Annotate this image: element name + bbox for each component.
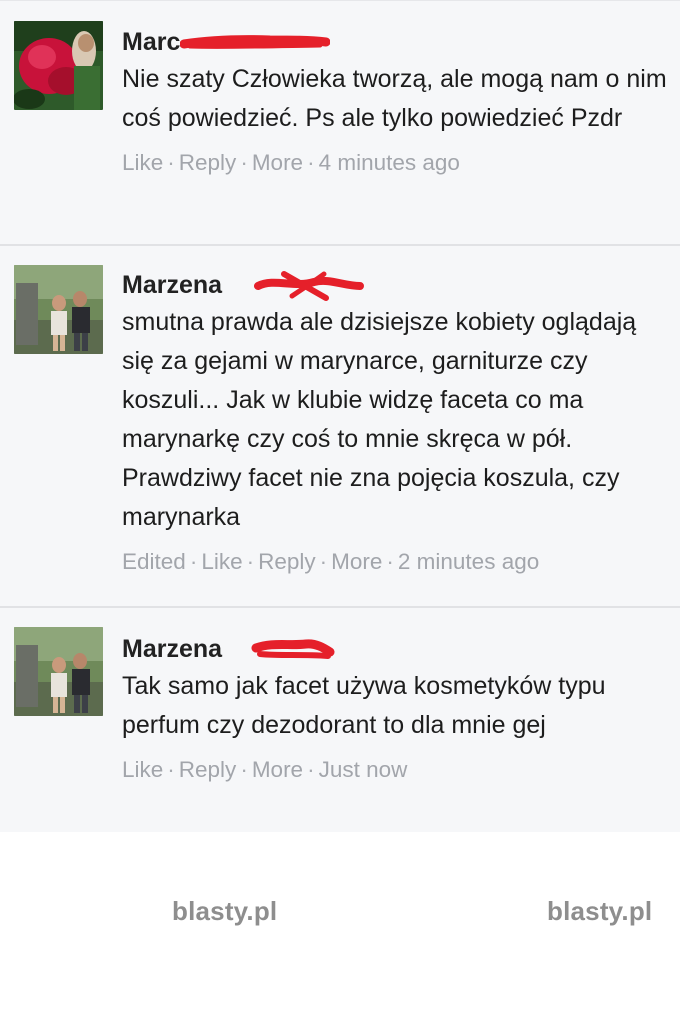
like-link[interactable]: Like xyxy=(122,150,163,175)
separator: · xyxy=(189,549,198,574)
separator: · xyxy=(307,150,315,175)
redaction-scribble-icon xyxy=(251,639,335,659)
reply-link[interactable]: Reply xyxy=(258,549,316,574)
comment-author[interactable]: Marzena xyxy=(122,268,364,302)
more-link[interactable]: More xyxy=(252,757,303,782)
avatar[interactable] xyxy=(14,265,103,354)
redaction-scribble-icon xyxy=(180,35,330,49)
site-watermark: blasty.pl xyxy=(172,896,278,926)
edited-label[interactable]: Edited xyxy=(122,549,186,574)
avatar-photo-icon xyxy=(14,21,103,110)
separator: · xyxy=(240,150,248,175)
comment-author[interactable]: Marzena xyxy=(122,632,335,666)
avatar-photo-icon xyxy=(14,627,103,716)
comment-actions: Like · Reply · More · Just now xyxy=(122,755,674,785)
more-link[interactable]: More xyxy=(331,549,382,574)
comment-text: Tak samo jak facet używa kosmetyków typu… xyxy=(122,672,606,739)
comment-body: Marc Nie szaty Człowieka tworzą, ale mog… xyxy=(122,25,674,178)
comment-author[interactable]: Marc xyxy=(122,25,330,59)
comment-actions: Like · Reply · More · 4 minutes ago xyxy=(122,148,674,178)
comment-text: Nie szaty Człowieka tworzą, ale mogą nam… xyxy=(122,65,667,132)
avatar[interactable] xyxy=(14,627,103,716)
avatar-photo-icon xyxy=(14,265,103,354)
more-link[interactable]: More xyxy=(252,150,303,175)
timestamp[interactable]: 2 minutes ago xyxy=(398,549,539,574)
separator: · xyxy=(240,757,248,782)
timestamp[interactable]: 4 minutes ago xyxy=(319,150,460,175)
site-watermark: blasty.pl xyxy=(547,896,653,926)
redaction-scribble-icon xyxy=(254,271,364,301)
comment: Marzena smutna prawda ale dzisiejsze kob… xyxy=(0,244,680,605)
comment: Marzena Tak samo jak facet używa kosmety… xyxy=(0,606,680,832)
comment-thread: Marc Nie szaty Człowieka tworzą, ale mog… xyxy=(0,0,680,832)
comment-body: Marzena Tak samo jak facet używa kosmety… xyxy=(122,632,674,785)
reply-link[interactable]: Reply xyxy=(179,150,237,175)
author-name: Marzena xyxy=(122,271,223,299)
author-name: Marc xyxy=(122,28,181,56)
author-name: Marzena xyxy=(122,635,223,663)
like-link[interactable]: Like xyxy=(201,549,242,574)
separator: · xyxy=(246,549,255,574)
comment-actions: Edited · Like · Reply · More · 2 minutes ago xyxy=(122,547,674,577)
timestamp[interactable]: Just now xyxy=(319,757,408,782)
reply-link[interactable]: Reply xyxy=(179,757,237,782)
comment-text: smutna prawda ale dzisiejsze kobiety ogl… xyxy=(122,308,637,531)
avatar[interactable] xyxy=(14,21,103,110)
separator: · xyxy=(167,150,175,175)
separator: · xyxy=(307,757,315,782)
like-link[interactable]: Like xyxy=(122,757,163,782)
separator: · xyxy=(167,757,175,782)
separator: · xyxy=(319,549,328,574)
separator: · xyxy=(386,549,394,574)
comment-body: Marzena smutna prawda ale dzisiejsze kob… xyxy=(122,268,674,577)
comment: Marc Nie szaty Człowieka tworzą, ale mog… xyxy=(0,0,680,243)
